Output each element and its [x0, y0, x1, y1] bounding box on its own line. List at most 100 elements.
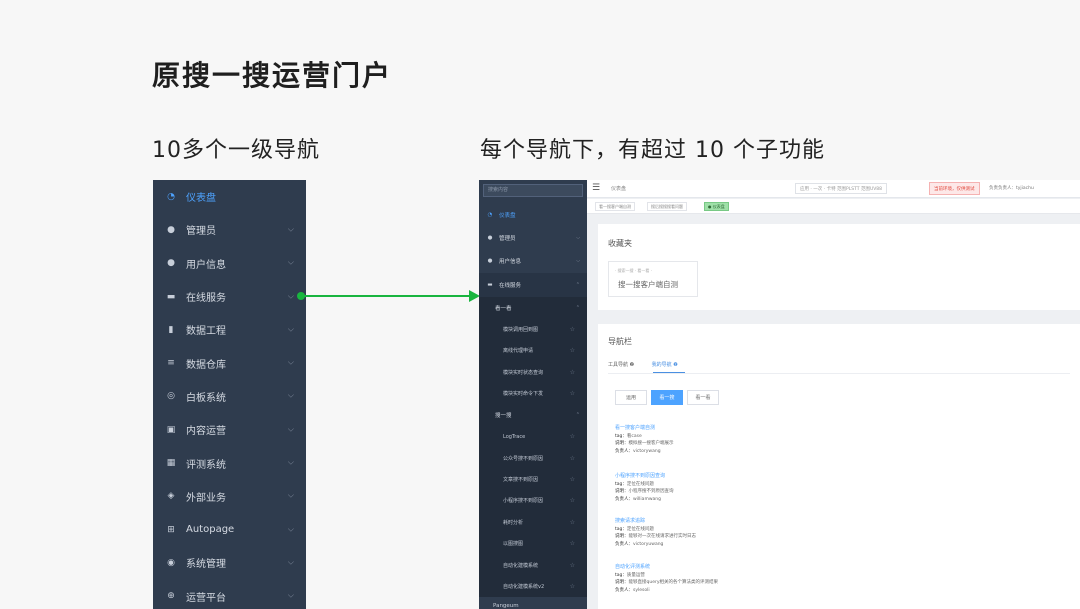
- field-label: tag：: [615, 526, 627, 532]
- active-tab-underline: [653, 372, 685, 373]
- nav-item-9[interactable]: ◈ 外部业务 ⌵: [153, 480, 306, 513]
- sidebar-subitem[interactable]: 小程序搜不到原因 ☆: [479, 490, 587, 512]
- sidebar-subitem-label: 自动化建模系统v2: [503, 584, 545, 591]
- sidebar-group-label: 看一看: [495, 305, 512, 312]
- nav-entry[interactable]: 自动化评测系统 tag：质量运营 说明：能够直接query相关的各个算法类的评测结果…: [615, 564, 718, 594]
- chevron-down-icon: ⌵: [287, 490, 294, 500]
- segment-1[interactable]: 看一搜: [651, 390, 683, 405]
- field-value: williamwang: [633, 496, 661, 502]
- nav-item-label: 评测系统: [186, 459, 226, 471]
- favorite-item[interactable]: · 搜索一搜 · 看一看 · 搜一搜客户端自测: [608, 261, 698, 297]
- nav-entry-owner: 负责人：victorywang: [615, 448, 674, 456]
- chevron-down-icon: ⌵: [287, 524, 294, 534]
- nav-item-2[interactable]: ● 用户信息 ⌵: [153, 247, 306, 280]
- star-icon[interactable]: ☆: [570, 326, 575, 333]
- nav-entry[interactable]: 看一搜客户端自测 tag：看case 说明：模拟搜一搜客户端展示 负责人：victor…: [615, 425, 674, 455]
- tab-1[interactable]: 搜后搜搜搜看问题: [647, 202, 687, 211]
- nav-item-8[interactable]: ▦ 评测系统 ⌵: [153, 446, 306, 479]
- field-value: sylesoli: [633, 587, 650, 593]
- chevron-down-icon: ⌵: [576, 235, 580, 242]
- nav-item-7[interactable]: ▣ 内容运营 ⌵: [153, 413, 306, 446]
- chevron-down-icon: ⌵: [287, 557, 294, 567]
- eye-icon: ◉: [167, 557, 175, 568]
- sidebar-subitem[interactable]: 文章搜不到原因 ☆: [479, 468, 587, 491]
- nav-entry-title[interactable]: 自动化评测系统: [615, 564, 718, 572]
- field-label: 说明：: [615, 534, 629, 539]
- sidebar-subitem[interactable]: 自动化建模系统v2 ☆: [479, 575, 587, 598]
- sidebar-item-label: 仪表盘: [499, 212, 516, 219]
- sidebar-item-3[interactable]: ▬ 在线服务 ⌃: [479, 273, 587, 297]
- tab-2[interactable]: ● 仪表盘: [704, 202, 729, 211]
- nav-item-6[interactable]: ◎ 白板系统 ⌵: [153, 380, 306, 413]
- sidebar-subitem[interactable]: 模块实时命令下发 ☆: [479, 382, 587, 405]
- sidebar-item-0[interactable]: ◔ 仪表盘: [479, 203, 587, 226]
- sidebar-item-pangeum[interactable]: Pangeum: [479, 597, 587, 609]
- sidebar-item-2[interactable]: ● 用户信息 ⌵: [479, 250, 587, 273]
- star-icon[interactable]: ☆: [570, 347, 575, 354]
- sidebar-subitem[interactable]: 自动化建模系统 ☆: [479, 554, 587, 576]
- field-value: 能够对一次在线请求进行实时日志: [628, 534, 697, 539]
- star-icon[interactable]: ☆: [570, 476, 575, 483]
- segment-0[interactable]: 运用: [615, 390, 647, 405]
- nav-item-label: 数据仓库: [186, 359, 226, 371]
- star-icon[interactable]: ☆: [570, 390, 575, 397]
- nav-item-5[interactable]: ≡ 数据仓库 ⌵: [153, 346, 306, 379]
- nav-item-10[interactable]: ⊞ Autopage ⌵: [153, 513, 306, 546]
- nav-item-0[interactable]: ◔ 仪表盘: [153, 180, 306, 213]
- nav-entry-owner: 负责人：sylesoli: [615, 587, 718, 595]
- nav-item-12[interactable]: ⊕ 运营平台 ⌵: [153, 580, 306, 609]
- sidebar-subitem[interactable]: 公众号搜不到原因 ☆: [479, 447, 587, 469]
- sidebar-subitem[interactable]: 耗时分析 ☆: [479, 511, 587, 534]
- field-value: victoryuwang: [633, 541, 664, 547]
- nav-item-11[interactable]: ◉ 系统管理 ⌵: [153, 546, 306, 579]
- grid-icon: ⊞: [167, 524, 175, 535]
- field-label: 说明：: [615, 441, 629, 446]
- nav-item-4[interactable]: ▮ 数据工程 ⌵: [153, 313, 306, 346]
- nav-item-label: 内容运营: [186, 426, 226, 438]
- segment-2[interactable]: 看一看: [687, 390, 719, 405]
- tab-tools[interactable]: 工具导航 ❷: [608, 362, 634, 368]
- nav-entry-title[interactable]: 看一搜客户端自测: [615, 425, 674, 433]
- search-input[interactable]: 搜索内容: [483, 184, 583, 197]
- sidebar-group-1[interactable]: 搜一搜 ⌃: [479, 404, 587, 427]
- sidebar-subitem[interactable]: 模块调用回到图 ☆: [479, 318, 587, 340]
- nav-entry-tag: tag：定位在线问题: [615, 481, 674, 489]
- nav-entry[interactable]: 搜索请求追踪 tag：定位在线问题 说明：能够对一次在线请求进行实时日志 负责人：vi…: [615, 518, 696, 548]
- nav-item-1[interactable]: ● 管理员 ⌵: [153, 213, 306, 246]
- sidebar-item-label: 在线服务: [499, 282, 522, 289]
- chevron-down-icon: ⌵: [287, 224, 294, 234]
- chevron-down-icon: ⌵: [287, 291, 294, 301]
- robot-icon: ▣: [166, 424, 176, 435]
- field-value: 模拟搜一搜客户端展示: [628, 441, 674, 446]
- star-icon[interactable]: ☆: [570, 455, 575, 462]
- sidebar-subitem-label: 文章搜不到原因: [503, 477, 539, 484]
- tab-my-nav[interactable]: 我的导航 ❷: [652, 362, 678, 368]
- nav-entry[interactable]: 小程序搜不到原因查询 tag：定位在线问题 说明：小程序搜不到原因查询 负责人：wil…: [615, 473, 674, 503]
- star-icon[interactable]: ☆: [570, 369, 575, 376]
- topbar-user[interactable]: 负责负责人：tyjiachu: [989, 185, 1034, 191]
- tab-0[interactable]: 看一搜客户端自测: [595, 202, 635, 211]
- nav-entry-title[interactable]: 搜索请求追踪: [615, 518, 696, 526]
- left-caption: 10多个一级导航: [152, 138, 320, 163]
- nav-entry-title[interactable]: 小程序搜不到原因查询: [615, 473, 674, 481]
- star-icon[interactable]: ☆: [570, 540, 575, 547]
- segment-control: 运用 看一搜 看一看: [615, 390, 723, 405]
- nav-item-3[interactable]: ▬ 在线服务 ⌵: [153, 280, 306, 313]
- sidebar-subitem[interactable]: 以图搜图 ☆: [479, 533, 587, 555]
- page-tabs: 看一搜客户端自测 搜后搜搜搜看问题 ● 仪表盘: [587, 199, 1080, 214]
- menu-icon[interactable]: ☰: [592, 184, 600, 193]
- star-icon[interactable]: ☆: [570, 583, 575, 590]
- topbar-links[interactable]: 应用 · 一次 · 卡特 范围PLSTT 范围UV88: [795, 183, 888, 194]
- sidebar-subitem[interactable]: 模块实时状态查询 ☆: [479, 361, 587, 383]
- sidebar-item-1[interactable]: ● 管理员 ⌵: [479, 226, 587, 249]
- field-label: 负责人：: [615, 541, 633, 547]
- sidebar-subitem[interactable]: 离线代理申请 ☆: [479, 339, 587, 362]
- nav-item-label: Autopage: [186, 524, 235, 536]
- sidebar-group-0[interactable]: 看一看 ⌃: [479, 296, 587, 319]
- sidebar-subitem[interactable]: LogTrace ☆: [479, 426, 587, 448]
- user-icon: ●: [487, 235, 493, 242]
- star-icon[interactable]: ☆: [570, 519, 575, 526]
- star-icon[interactable]: ☆: [570, 497, 575, 504]
- star-icon[interactable]: ☆: [570, 562, 575, 569]
- star-icon[interactable]: ☆: [570, 433, 575, 440]
